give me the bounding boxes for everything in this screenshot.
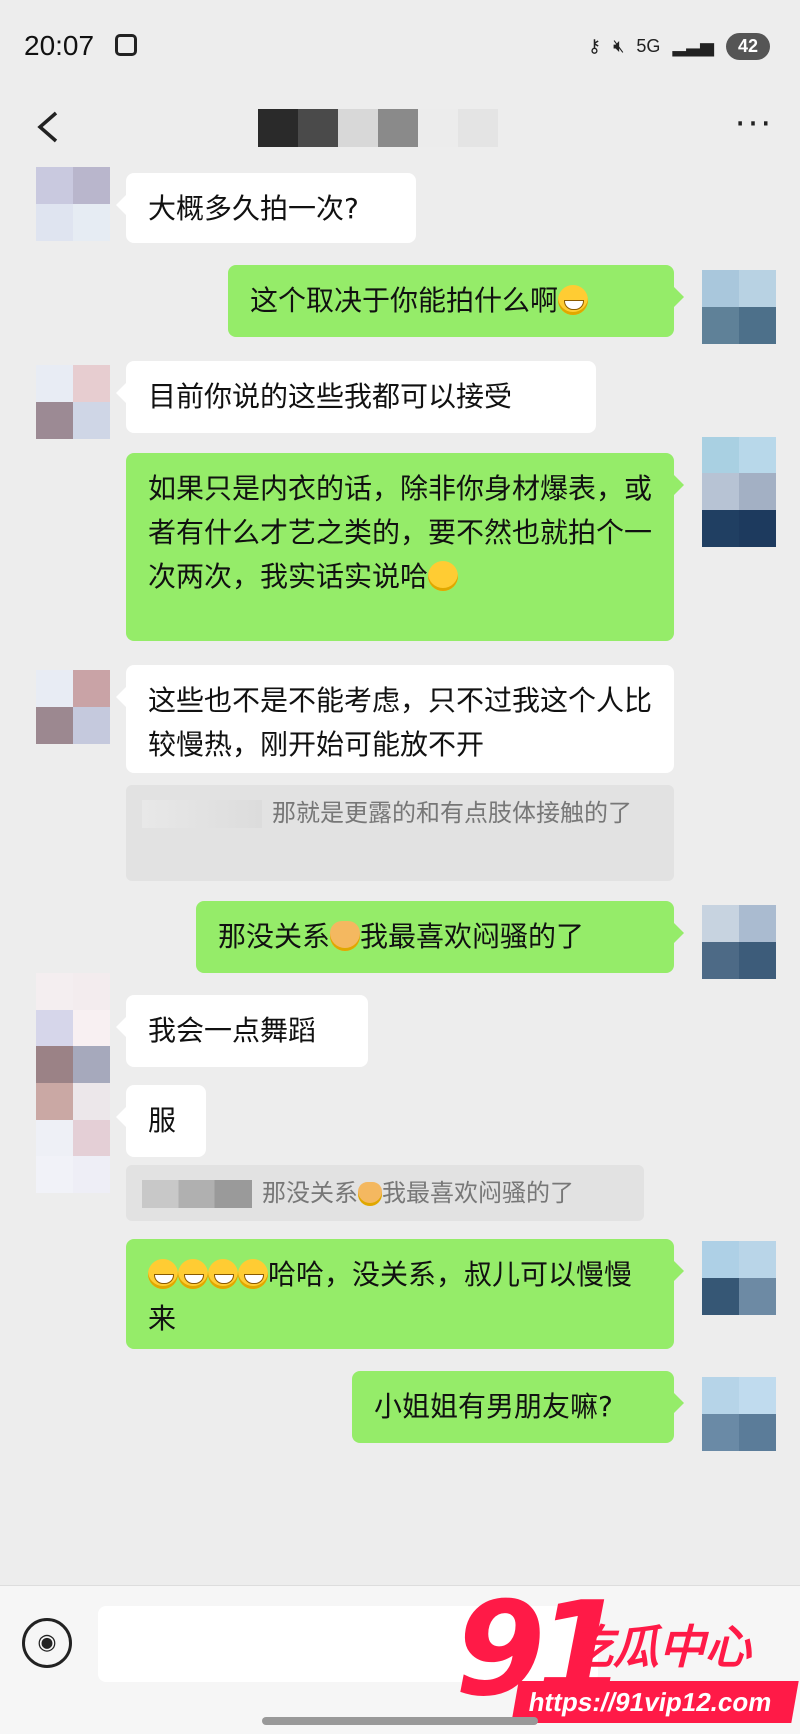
message-incoming[interactable]: 这些也不是不能考虑，只不过我这个人比较慢热，刚开始可能放不开 bbox=[116, 665, 674, 773]
quoted-reply[interactable]: 那就是更露的和有点肢体接触的了 bbox=[126, 785, 674, 881]
network-label: 5G bbox=[636, 35, 661, 56]
grinning-emoji-icon bbox=[208, 1259, 238, 1289]
avatar[interactable] bbox=[36, 670, 110, 744]
grinning-emoji-icon bbox=[148, 1259, 178, 1289]
message-incoming[interactable]: 服 bbox=[116, 1085, 206, 1157]
contact-name-redacted bbox=[258, 109, 498, 147]
avatar[interactable] bbox=[36, 365, 110, 439]
shushing-emoji-icon bbox=[428, 561, 459, 591]
message-text: 这个取决于你能拍什么啊 bbox=[250, 284, 559, 317]
cat-emoji-icon bbox=[358, 1182, 382, 1206]
signal-icon: ▂▃▅ bbox=[672, 35, 714, 56]
mute-icon: 🔇︎ bbox=[613, 35, 625, 56]
chat-history[interactable]: 大概多久拍一次? 这个取决于你能拍什么啊 目前你说的这些我都可以接受 如果只是内… bbox=[0, 165, 800, 1585]
quoted-text-b: 我最喜欢闷骚的了 bbox=[382, 1179, 574, 1207]
message-outgoing[interactable]: 这个取决于你能拍什么啊 bbox=[228, 265, 684, 337]
grinning-emoji-icon bbox=[238, 1259, 268, 1289]
back-icon[interactable] bbox=[28, 105, 72, 149]
message-outgoing[interactable]: 那没关系 我最喜欢闷骚的了 bbox=[196, 901, 684, 973]
grinning-emoji-icon bbox=[178, 1259, 208, 1289]
avatar[interactable] bbox=[36, 167, 110, 241]
message-text: 如果只是内衣的话，除非你身材爆表，或者有什么才艺之类的，要不然也就拍个一次两次，… bbox=[148, 472, 653, 593]
avatar[interactable] bbox=[702, 905, 776, 979]
message-text-a: 那没关系 bbox=[218, 920, 331, 953]
cat-emoji-icon bbox=[330, 921, 361, 951]
avatar-blurred[interactable] bbox=[36, 973, 110, 1193]
quoted-text: 那就是更露的和有点肢体接触的了 bbox=[272, 799, 632, 827]
message-outgoing[interactable]: 哈哈，没关系，叔儿可以慢慢来 bbox=[126, 1239, 684, 1349]
site-watermark: 91 吃瓜中心 https://91vip12.com bbox=[455, 1573, 800, 1733]
watermark-text: 吃瓜中心 bbox=[567, 1620, 751, 1674]
avatar[interactable] bbox=[702, 270, 776, 344]
message-incoming[interactable]: 目前你说的这些我都可以接受 bbox=[116, 361, 596, 433]
message-outgoing[interactable]: 如果只是内衣的话，除非你身材爆表，或者有什么才艺之类的，要不然也就拍个一次两次，… bbox=[126, 453, 684, 641]
message-incoming[interactable]: 我会一点舞蹈 bbox=[116, 995, 368, 1067]
message-text-b: 我最喜欢闷骚的了 bbox=[360, 920, 585, 953]
quoted-sender-redacted bbox=[142, 800, 262, 828]
message-incoming[interactable]: 大概多久拍一次? bbox=[116, 173, 416, 243]
message-outgoing[interactable]: 小姐姐有男朋友嘛? bbox=[352, 1371, 684, 1443]
watermark-url: https://91vip12.com bbox=[511, 1681, 799, 1723]
status-icons: ⚷ 🔇︎ 5G ▂▃▅ 42 bbox=[588, 32, 770, 60]
home-indicator[interactable] bbox=[262, 1717, 538, 1725]
battery-badge: 42 bbox=[725, 32, 770, 60]
quoted-sender-redacted bbox=[142, 1180, 252, 1208]
status-bar: 20:07 ⚷ 🔇︎ 5G ▂▃▅ 42 bbox=[0, 0, 800, 95]
avatar[interactable] bbox=[702, 1241, 776, 1315]
laughing-emoji-icon bbox=[558, 285, 589, 315]
avatar[interactable] bbox=[702, 1377, 776, 1451]
key-icon: ⚷ bbox=[587, 35, 602, 56]
chat-header: ··· bbox=[0, 95, 800, 165]
voice-input-icon[interactable]: ◉ bbox=[22, 1618, 72, 1668]
quoted-text-a: 那没关系 bbox=[262, 1179, 358, 1207]
quoted-reply[interactable]: 那没关系 我最喜欢闷骚的了 bbox=[126, 1165, 644, 1221]
avatar-part bbox=[702, 473, 776, 547]
screenshot-icon bbox=[115, 34, 137, 56]
more-options-icon[interactable]: ··· bbox=[730, 107, 778, 149]
status-time: 20:07 bbox=[24, 30, 95, 61]
